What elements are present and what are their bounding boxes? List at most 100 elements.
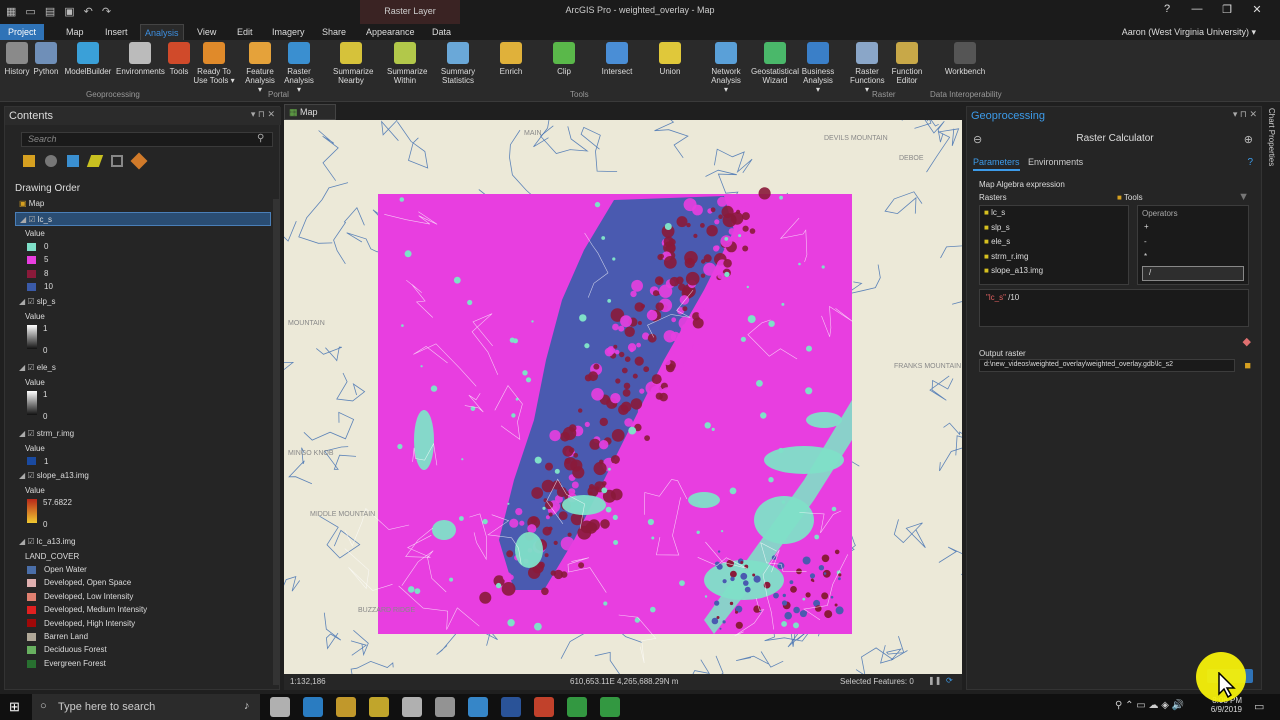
tab-data[interactable]: Data: [428, 24, 455, 40]
filter-icon[interactable]: ▼: [1238, 191, 1249, 203]
ribbon-button-union[interactable]: Union: [656, 42, 684, 76]
tab-insert[interactable]: Insert: [101, 24, 132, 40]
file-explorer-icon[interactable]: [336, 697, 356, 717]
list-by-snapping-icon[interactable]: [111, 155, 123, 167]
chart-properties-tab[interactable]: Chart Properties: [1267, 108, 1276, 166]
taskbar-search[interactable]: Type here to search: [32, 694, 260, 720]
legend-item[interactable]: Barren Land: [27, 632, 88, 641]
layer-checkbox[interactable]: ◢ ☑: [20, 215, 38, 224]
layer-slp-s[interactable]: ◢ ☑ slp_s: [15, 295, 271, 309]
raster-list-item[interactable]: ■ strm_r.img: [980, 250, 1128, 265]
raster-list-item[interactable]: ■ lc_s: [980, 206, 1128, 221]
layer-checkbox[interactable]: ◢ ☑: [19, 429, 37, 438]
legend-item[interactable]: Developed, High Intensity: [27, 619, 135, 628]
redo-icon[interactable]: ↷: [102, 5, 111, 18]
ribbon-button-ready-to-use-tools[interactable]: Ready To Use Tools ▾: [192, 42, 236, 85]
layer-checkbox[interactable]: ◢ ☑: [19, 363, 37, 372]
pane-close-icon[interactable]: ▾ ⊓ ✕: [1233, 109, 1257, 120]
eraser-icon[interactable]: ◆: [1243, 335, 1251, 348]
operator-item[interactable]: -: [1138, 236, 1248, 251]
raster-list[interactable]: ■ lc_s ■ slp_s ■ ele_s ■ strm_r.img ■ slope_…: [979, 205, 1129, 285]
window-controls[interactable]: ? — ❐ ✕: [1152, 3, 1272, 16]
legend-item[interactable]: 1: [27, 457, 48, 466]
new-icon[interactable]: ▭: [25, 5, 35, 18]
tab-view[interactable]: View: [193, 24, 220, 40]
task-view-icon[interactable]: [270, 697, 290, 717]
operators-list[interactable]: Operators + - * /: [1137, 205, 1249, 285]
ribbon-button-clip[interactable]: Clip: [551, 42, 577, 76]
tab-environments[interactable]: Environments: [1028, 157, 1083, 167]
close-button[interactable]: ✕: [1242, 3, 1272, 16]
ribbon-button-environments[interactable]: Environments: [116, 42, 165, 76]
ribbon-button-network-analysis[interactable]: Network Analysis ▾: [708, 42, 744, 94]
ribbon-button-business-analysis[interactable]: Business Analysis ▾: [800, 42, 836, 94]
legend-item[interactable]: Developed, Medium Intensity: [27, 605, 147, 614]
layer-checkbox[interactable]: ◢ ☑: [19, 471, 37, 480]
raster-list-item[interactable]: ■ slp_s: [980, 221, 1128, 236]
tab-analysis[interactable]: Analysis: [140, 24, 184, 40]
layer-ele-s[interactable]: ◢ ☑ ele_s: [15, 361, 271, 375]
legend-item[interactable]: Evergreen Forest: [27, 659, 106, 668]
ribbon-button-function-editor[interactable]: Function Editor: [889, 42, 925, 85]
microphone-icon[interactable]: ♪: [244, 700, 250, 712]
ribbon-button-enrich[interactable]: Enrich: [497, 42, 525, 76]
legend-item[interactable]: Developed, Open Space: [27, 578, 131, 587]
contents-scrollbar[interactable]: [273, 199, 279, 685]
list-by-drawing-order-icon[interactable]: [23, 155, 35, 167]
expression-input[interactable]: "lc_s" /10: [979, 289, 1249, 327]
list-by-source-icon[interactable]: [45, 155, 57, 167]
contents-search-input[interactable]: Search: [21, 132, 273, 147]
store-icon[interactable]: [369, 697, 389, 717]
tab-imagery[interactable]: Imagery: [268, 24, 309, 40]
arcgis-pro-icon[interactable]: [468, 697, 488, 717]
ribbon-button-feature-analysis[interactable]: Feature Analysis ▾: [244, 42, 276, 94]
pause-icon[interactable]: ❚❚: [928, 676, 941, 685]
settings-icon[interactable]: [435, 697, 455, 717]
notepad-icon[interactable]: [600, 697, 620, 717]
help-button[interactable]: ?: [1152, 3, 1182, 16]
output-raster-input[interactable]: d:\new_videos\weighted_overlay\weighted_…: [979, 359, 1235, 372]
ribbon-button-python[interactable]: Python: [33, 42, 59, 76]
operator-item[interactable]: +: [1138, 221, 1248, 236]
legend-item[interactable]: 0: [27, 242, 48, 251]
add-icon[interactable]: ⊕: [1244, 133, 1253, 146]
maximize-button[interactable]: ❐: [1212, 3, 1242, 16]
ribbon-button-intersect[interactable]: Intersect: [601, 42, 633, 76]
legend-item[interactable]: Developed, Low Intensity: [27, 592, 133, 601]
windows-start-icon[interactable]: ⊞: [9, 699, 20, 715]
map-scale[interactable]: 1:132,186: [290, 677, 326, 686]
map-node[interactable]: ▣ Map: [19, 199, 44, 208]
layer-lc-a13-img[interactable]: ◢ ☑ lc_a13.img: [15, 535, 271, 549]
tab-appearance[interactable]: Appearance: [362, 24, 419, 40]
legend-item[interactable]: Deciduous Forest: [27, 645, 107, 654]
raster-list-item[interactable]: ■ ele_s: [980, 235, 1128, 250]
operator-item[interactable]: *: [1138, 251, 1248, 266]
ribbon-button-modelbuilder[interactable]: ModelBuilder: [63, 42, 113, 76]
tray-icons[interactable]: ⚲ ⌃ ▭ ☁ ◈ 🔊: [1115, 700, 1184, 711]
ribbon-button-workbench[interactable]: Workbench: [944, 42, 986, 76]
layer-checkbox[interactable]: ◢ ☑: [19, 537, 37, 546]
mail-icon[interactable]: [402, 697, 422, 717]
word-icon[interactable]: [501, 697, 521, 717]
map-view[interactable]: MAIN MINGO KNOB MIDDLE MOUNTAIN BUZZARD RID…: [284, 120, 962, 674]
open-icon[interactable]: ▤: [45, 5, 55, 18]
operator-item[interactable]: /: [1142, 266, 1244, 281]
ribbon-button-history[interactable]: History: [4, 42, 30, 76]
ribbon-button-summarize-nearby[interactable]: Summarize Nearby: [333, 42, 373, 85]
user-account[interactable]: Aaron (West Virginia University) ▾: [1122, 24, 1256, 40]
quick-access-toolbar[interactable]: ▦ ▭ ▤ ▣ ↶ ↷: [6, 5, 111, 18]
chrome-icon[interactable]: [534, 697, 554, 717]
camtasia-icon[interactable]: [567, 697, 587, 717]
legend-item[interactable]: 10: [27, 282, 53, 291]
list-by-editing-icon[interactable]: [86, 155, 104, 167]
legend-item[interactable]: 5: [27, 255, 48, 264]
notifications-icon[interactable]: ▭: [1254, 700, 1264, 713]
refresh-icon[interactable]: ⟳: [946, 676, 953, 685]
tab-map[interactable]: ▦ Map ✕: [284, 104, 336, 128]
legend-item[interactable]: Open Water: [27, 565, 87, 574]
search-icon[interactable]: ⚲: [257, 133, 264, 144]
legend-item[interactable]: 8: [27, 269, 48, 278]
help-icon[interactable]: ?: [1247, 157, 1253, 168]
layer-slope-a13-img[interactable]: ◢ ☑ slope_a13.img: [15, 469, 271, 483]
ribbon-button-summary-statistics[interactable]: Summary Statistics: [440, 42, 476, 85]
